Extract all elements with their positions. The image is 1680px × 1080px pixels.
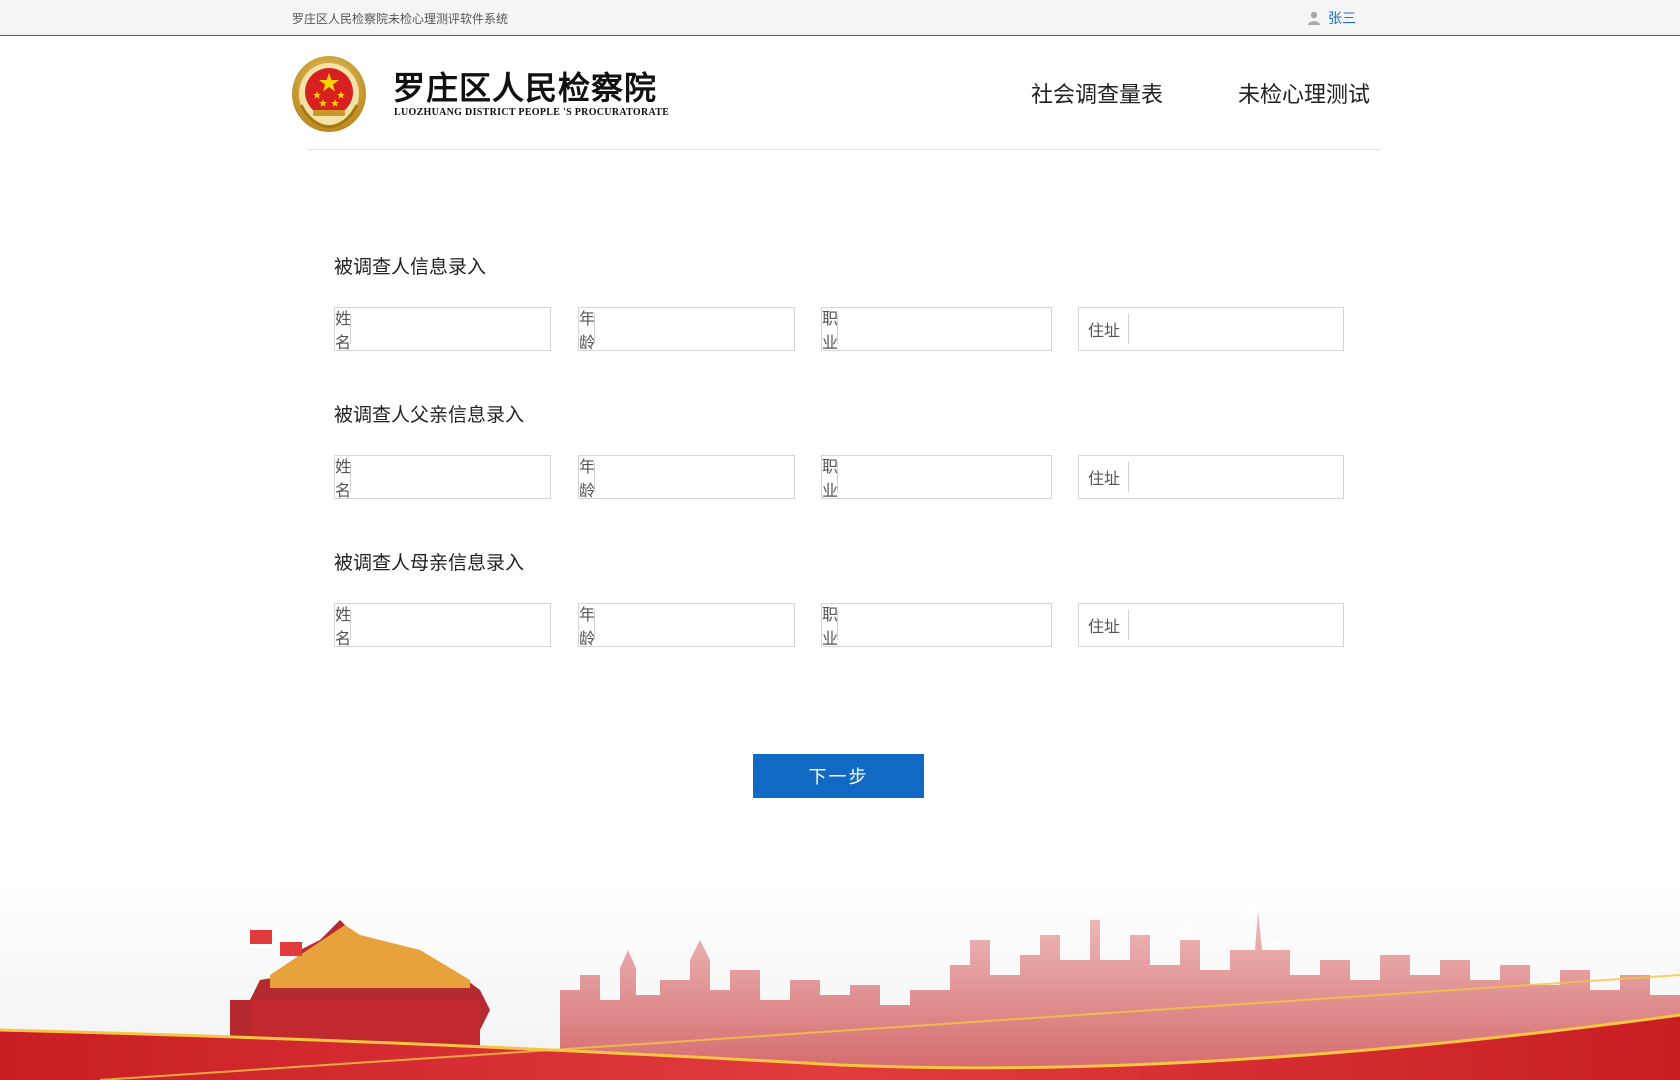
section-title-mother: 被调查人母亲信息录入: [334, 552, 525, 574]
subject-occupation-field[interactable]: 职业: [821, 307, 1053, 352]
mother-name-field[interactable]: 姓名: [334, 603, 566, 648]
next-step-button[interactable]: 下一步: [753, 754, 924, 798]
field-label: 职业: [822, 457, 839, 500]
father-address-field[interactable]: 住址: [1078, 455, 1344, 499]
field-label: 住址: [1079, 308, 1129, 350]
nav-social-survey[interactable]: 社会调查量表: [1031, 77, 1163, 109]
mother-name-input[interactable]: [351, 604, 566, 646]
user-icon: [1308, 11, 1320, 25]
brand-name-en: LUOZHUANG DISTRICT PEOPLE 'S PROCURATORA…: [394, 107, 670, 118]
mother-age-input[interactable]: [595, 604, 810, 646]
subject-name-input[interactable]: [351, 308, 566, 350]
subject-occupation-input[interactable]: [838, 308, 1053, 350]
father-occupation-field[interactable]: 职业: [821, 455, 1053, 500]
mother-age-field[interactable]: 年龄: [578, 603, 810, 648]
field-label: 年龄: [579, 605, 596, 648]
father-age-field[interactable]: 年龄: [578, 455, 810, 500]
section-title-father: 被调查人父亲信息录入: [334, 404, 525, 426]
user-name[interactable]: 张三: [1328, 8, 1356, 28]
mother-address-input[interactable]: [1129, 604, 1343, 646]
procuratorate-emblem-icon: [292, 56, 366, 132]
father-name-input[interactable]: [351, 456, 566, 498]
father-occupation-input[interactable]: [838, 456, 1053, 498]
field-label: 年龄: [579, 309, 596, 352]
system-title: 罗庄区人民检察院未检心理测评软件系统: [292, 12, 509, 26]
field-label: 住址: [1079, 456, 1129, 498]
nav-psych-test[interactable]: 未检心理测试: [1238, 77, 1370, 109]
subject-age-input[interactable]: [595, 308, 810, 350]
site-header: 罗庄区人民检察院 LUOZHUANG DISTRICT PEOPLE 'S PR…: [0, 37, 1680, 150]
mother-address-field[interactable]: 住址: [1078, 603, 1344, 647]
mother-occupation-input[interactable]: [838, 604, 1053, 646]
father-age-input[interactable]: [595, 456, 810, 498]
header-divider: [307, 149, 1381, 150]
subject-age-field[interactable]: 年龄: [578, 307, 810, 352]
father-address-input[interactable]: [1129, 456, 1343, 498]
field-label: 姓名: [335, 605, 352, 648]
field-label: 年龄: [579, 457, 596, 500]
brand-name-cn: 罗庄区人民检察院: [393, 69, 658, 107]
subject-address-field[interactable]: 住址: [1078, 307, 1344, 351]
father-name-field[interactable]: 姓名: [334, 455, 566, 500]
subject-address-input[interactable]: [1129, 308, 1343, 350]
mother-occupation-field[interactable]: 职业: [821, 603, 1053, 648]
field-label: 姓名: [335, 457, 352, 500]
top-bar: 罗庄区人民检察院未检心理测评软件系统 张三: [0, 0, 1680, 36]
field-label: 职业: [822, 605, 839, 648]
subject-name-field[interactable]: 姓名: [334, 307, 566, 352]
user-menu[interactable]: 张三: [1308, 8, 1356, 28]
field-label: 姓名: [335, 309, 352, 352]
field-label: 职业: [822, 309, 839, 352]
field-label: 住址: [1079, 604, 1129, 646]
footer-banner-illustration: [0, 880, 1680, 1080]
section-title-subject: 被调查人信息录入: [334, 256, 487, 278]
